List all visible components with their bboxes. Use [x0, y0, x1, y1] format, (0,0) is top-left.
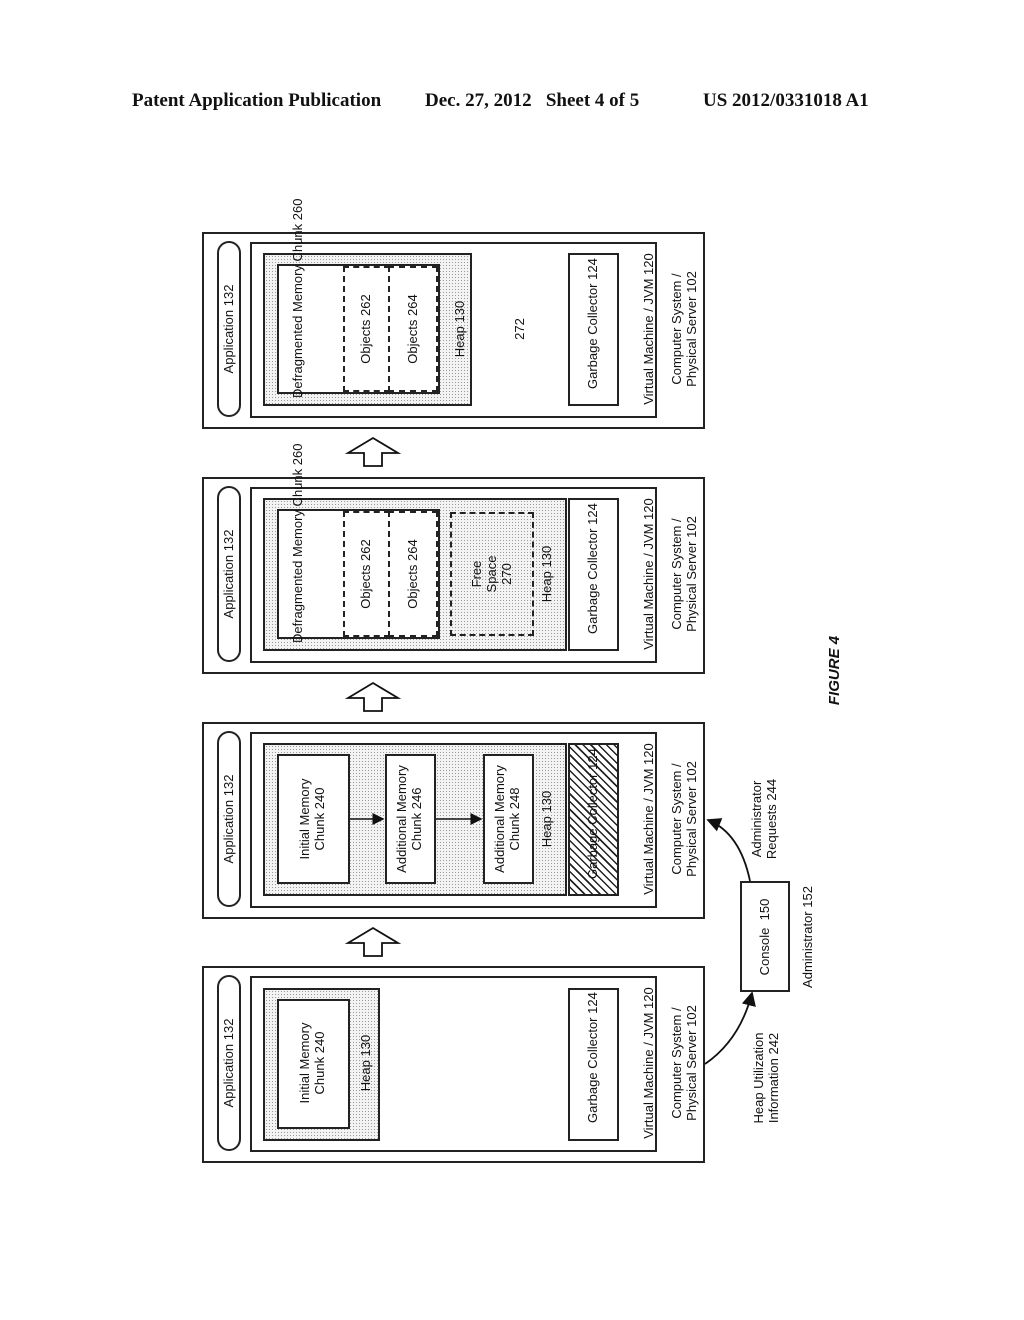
gc-label-2: Garbage Collector 124	[585, 503, 600, 634]
objects-262-label-2: Objects 262	[358, 539, 373, 609]
server-label-4: Computer System / Physical Server 102	[669, 1005, 699, 1121]
application-label-4: Application 132	[221, 1018, 236, 1108]
objects-262-label-1: Objects 262	[358, 294, 373, 364]
heap-label-4: Heap 130	[358, 1034, 373, 1092]
arrow-administrator-requests	[706, 818, 751, 882]
additional-chunk-246-label: Additional Memory Chunk 246	[394, 765, 424, 873]
administrator-label: Administrator 152	[800, 886, 815, 988]
vm-label-3: Virtual Machine / JVM 120	[641, 743, 656, 895]
publication-number: US 2012/0331018 A1	[703, 90, 869, 111]
figure-label: FIGURE 4	[826, 635, 844, 706]
gc-label-3: Garbage Collector 124	[585, 748, 600, 879]
block-arrow-up-2	[344, 681, 402, 712]
initial-chunk-240-label-3: Initial Memory Chunk 240	[297, 778, 327, 860]
objects-264-label-1: Objects 264	[405, 294, 420, 364]
application-label-1: Application 132	[221, 284, 236, 374]
server-label-1: Computer System / Physical Server 102	[669, 271, 699, 387]
application-label-3: Application 132	[221, 774, 236, 864]
vm-label-2: Virtual Machine / JVM 120	[641, 498, 656, 650]
gc-label-4: Garbage Collector 124	[585, 992, 600, 1123]
objects-264-label-2: Objects 264	[405, 539, 420, 609]
arrow-heap-utilization	[704, 991, 756, 1065]
initial-chunk-240-label-4: Initial Memory Chunk 240	[297, 1022, 327, 1104]
free-space-label: Free Space 270	[469, 555, 514, 593]
console-label: Console 150	[757, 898, 772, 976]
heap-utilization-info-label: Heap Utilization Information 242	[751, 1032, 781, 1124]
gc-label-1: Garbage Collector 124	[585, 258, 600, 389]
block-arrow-up-1	[344, 436, 402, 467]
block-arrow-up-3	[344, 926, 402, 957]
server-label-2: Computer System / Physical Server 102	[669, 516, 699, 632]
heap-label-1: Heap 130	[452, 300, 467, 358]
memory-chunk-label-2: Defragmented Memory Chunk 260	[290, 443, 305, 643]
publication-type: Patent Application Publication	[132, 90, 382, 111]
application-label-2: Application 132	[221, 529, 236, 619]
heap-label-2: Heap 130	[539, 545, 554, 603]
memory-chunk-label-1: Defragmented Memory Chunk 260	[290, 198, 305, 398]
server-label-3: Computer System / Physical Server 102	[669, 761, 699, 877]
vm-label-4: Virtual Machine / JVM 120	[641, 987, 656, 1139]
additional-chunk-248-label: Additional Memory Chunk 248	[492, 765, 522, 873]
vm-label-1: Virtual Machine / JVM 120	[641, 253, 656, 405]
administrator-requests-label: Administrator Requests 244	[749, 778, 779, 860]
publication-date-sheet: Dec. 27, 2012 Sheet 4 of 5	[425, 90, 640, 111]
heap-label-3: Heap 130	[539, 790, 554, 848]
space-272-label: 272	[512, 318, 527, 340]
